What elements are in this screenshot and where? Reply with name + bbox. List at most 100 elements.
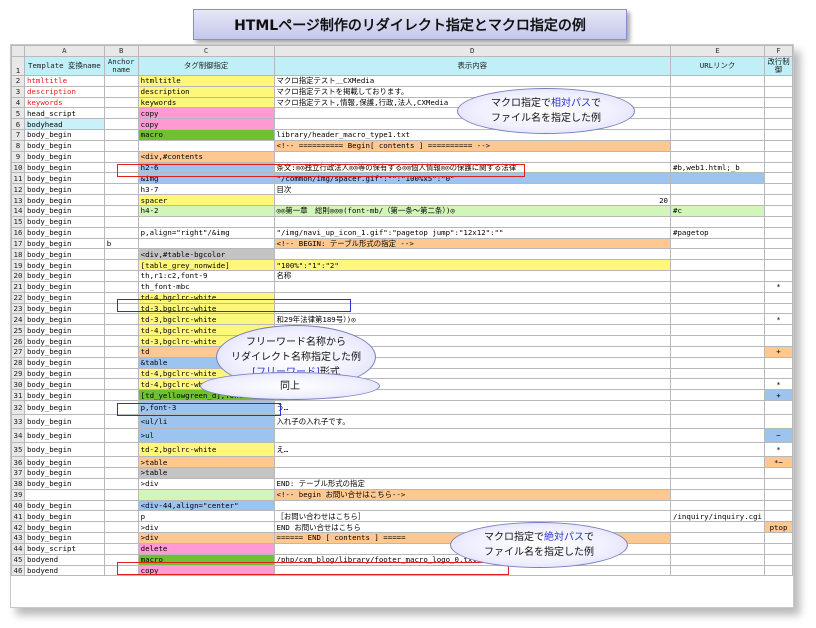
cell-url-link[interactable] [670, 521, 766, 534]
cell-line-break[interactable] [764, 270, 793, 282]
cell-display-content[interactable]: マクロ指定テスト＿CXMedia [273, 74, 672, 87]
cell-url-link[interactable] [670, 85, 766, 98]
cell-tag-control[interactable]: >div [137, 477, 275, 490]
cell-template-name[interactable]: keywords [23, 96, 105, 109]
row-number[interactable]: 28 [11, 356, 25, 369]
cell-url-link[interactable] [670, 237, 766, 250]
cell-template-name[interactable]: body_begin [23, 324, 105, 337]
cell-line-break[interactable] [764, 488, 793, 501]
cell-line-break[interactable]: * [764, 378, 793, 391]
cell-url-link[interactable] [670, 107, 766, 120]
column-header-d[interactable]: D [273, 45, 672, 57]
cell-url-link[interactable] [670, 488, 766, 501]
header-cell-tag[interactable]: タグ制御指定 [137, 55, 275, 76]
cell-line-break[interactable] [764, 74, 793, 87]
cell-template-name[interactable]: head_script [23, 107, 105, 120]
cell-anchor-name[interactable] [103, 96, 139, 109]
row-number[interactable]: 39 [11, 488, 25, 501]
cell-display-content[interactable]: library/header_macro_type1.txt [273, 129, 672, 141]
cell-tag-control[interactable]: p,align="right"/&img [137, 226, 275, 239]
cell-template-name[interactable]: body_begin [23, 215, 105, 228]
row-number[interactable]: 14 [11, 204, 25, 217]
row-number[interactable]: 44 [11, 542, 25, 555]
row-number[interactable]: 35 [11, 442, 25, 458]
cell-tag-control[interactable]: h4-2 [137, 204, 275, 217]
row-number[interactable]: 2 [11, 74, 25, 87]
cell-display-content[interactable] [273, 280, 672, 293]
cell-anchor-name[interactable] [103, 456, 139, 468]
cell-template-name[interactable]: body_begin [23, 129, 105, 141]
cell-template-name[interactable]: bodyend [23, 553, 105, 566]
cell-line-break[interactable] [764, 85, 793, 98]
row-number[interactable]: 4 [11, 96, 25, 109]
row-number[interactable]: 24 [11, 313, 25, 326]
cell-line-break[interactable] [764, 335, 793, 347]
cell-anchor-name[interactable] [103, 428, 139, 444]
cell-line-break[interactable] [764, 510, 793, 523]
cell-line-break[interactable] [764, 291, 793, 304]
cell-url-link[interactable] [670, 378, 766, 391]
cell-tag-control[interactable] [137, 488, 275, 501]
cell-template-name[interactable]: body_begin [23, 248, 105, 261]
cell-tag-control[interactable] [137, 215, 275, 228]
cell-anchor-name[interactable] [103, 107, 139, 120]
row-number[interactable]: 19 [11, 259, 25, 272]
cell-template-name[interactable]: body_begin [23, 477, 105, 490]
row-number[interactable]: 10 [11, 161, 25, 174]
cell-url-link[interactable] [670, 542, 766, 555]
cell-display-content[interactable]: 和29年法律第189号）)◎ [273, 313, 672, 326]
cell-tag-control[interactable]: description [137, 85, 275, 98]
cell-template-name[interactable]: body_begin [23, 172, 105, 185]
cell-anchor-name[interactable] [103, 542, 139, 555]
cell-display-content[interactable]: "/img/navi_up_icon_1.gif":"pagetop jump"… [273, 226, 672, 239]
row-number[interactable]: 22 [11, 291, 25, 304]
cell-tag-control[interactable]: spacer [137, 194, 275, 206]
cell-display-content[interactable] [273, 467, 672, 479]
cell-line-break[interactable] [764, 367, 793, 380]
row-number[interactable]: 3 [11, 85, 25, 98]
row-number[interactable]: 36 [11, 456, 25, 468]
cell-url-link[interactable] [670, 356, 766, 369]
row-number[interactable]: 6 [11, 118, 25, 131]
cell-line-break[interactable]: + [764, 345, 793, 358]
cell-template-name[interactable]: body_begin [23, 499, 105, 512]
cell-tag-control[interactable]: <div,#table-bgcolor [137, 248, 275, 261]
column-header-c[interactable]: C [137, 45, 275, 57]
cell-tag-control[interactable]: th,r1:c2,font-9 [137, 270, 275, 282]
cell-line-break[interactable] [764, 96, 793, 109]
cell-url-link[interactable] [670, 477, 766, 490]
column-header-a[interactable]: A [23, 45, 105, 57]
cell-anchor-name[interactable] [103, 259, 139, 272]
cell-anchor-name[interactable] [103, 499, 139, 512]
cell-anchor-name[interactable] [103, 139, 139, 152]
row-number[interactable]: 13 [11, 194, 25, 206]
cell-line-break[interactable] [764, 302, 793, 315]
cell-line-break[interactable] [764, 414, 793, 430]
cell-line-break[interactable] [764, 400, 793, 416]
cell-anchor-name[interactable] [103, 313, 139, 326]
cell-url-link[interactable] [670, 215, 766, 228]
cell-display-content[interactable] [273, 248, 672, 261]
cell-line-break[interactable]: − [764, 428, 793, 444]
cell-line-break[interactable] [764, 107, 793, 120]
row-number[interactable]: 11 [11, 172, 25, 185]
cell-display-content[interactable]: え… [273, 442, 672, 458]
cell-line-break[interactable] [764, 477, 793, 490]
row-number[interactable]: 29 [11, 367, 25, 380]
cell-template-name[interactable]: body_begin [23, 237, 105, 250]
row-number[interactable]: 41 [11, 510, 25, 523]
row-number[interactable]: 40 [11, 499, 25, 512]
cell-line-break[interactable] [764, 172, 793, 185]
cell-template-name[interactable]: body_begin [23, 442, 105, 458]
cell-line-break[interactable] [764, 564, 793, 577]
cell-display-content[interactable]: 入れ子の入れ子です。 [273, 414, 672, 430]
row-number[interactable]: 34 [11, 428, 25, 444]
cell-anchor-name[interactable] [103, 367, 139, 380]
cell-template-name[interactable]: body_begin [23, 521, 105, 534]
cell-anchor-name[interactable] [103, 510, 139, 523]
cell-display-content[interactable]: 20 [273, 194, 672, 206]
row-number[interactable]: 5 [11, 107, 25, 120]
cell-url-link[interactable]: #c [670, 204, 766, 217]
row-number[interactable]: 37 [11, 467, 25, 479]
cell-tag-control[interactable]: >table [137, 467, 275, 479]
